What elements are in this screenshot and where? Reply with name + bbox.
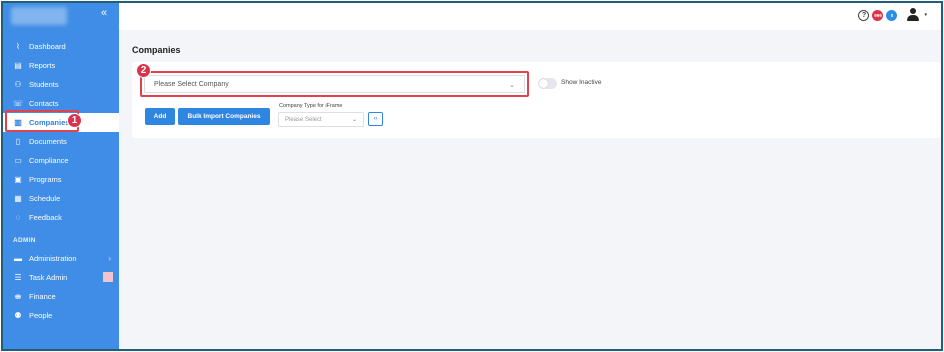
- sidebar-item-label: Compliance: [29, 156, 69, 165]
- bulk-import-button[interactable]: Bulk Import Companies: [178, 108, 270, 125]
- sidebar-item-dashboard[interactable]: ⌇ Dashboard: [3, 37, 119, 56]
- sidebar-item-people[interactable]: ⚉ People: [3, 306, 119, 325]
- sidebar-item-label: Students: [29, 80, 59, 89]
- annotation-box-company-select: Please Select Company ⌄: [140, 71, 529, 97]
- sidebar-item-label: Dashboard: [29, 42, 66, 51]
- show-inactive-label: Show Inactive: [561, 79, 602, 86]
- sidebar-item-label: Reports: [29, 61, 56, 70]
- company-type-select-value: Please Select: [285, 116, 322, 123]
- compliance-icon: ▭: [14, 156, 22, 165]
- main-content: Companies Please Select Company ⌄ Show I…: [119, 30, 941, 349]
- sidebar-item-programs[interactable]: ▣ Programs: [3, 170, 119, 189]
- students-icon: ⚇: [14, 80, 22, 89]
- code-icon[interactable]: ‹›: [368, 112, 383, 126]
- sidebar-item-students[interactable]: ⚇ Students: [3, 75, 119, 94]
- company-select[interactable]: Please Select Company ⌄: [144, 75, 525, 93]
- sidebar-item-documents[interactable]: ▯ Documents: [3, 132, 119, 151]
- sidebar-item-label: People: [29, 311, 53, 320]
- sidebar-item-label: Finance: [29, 292, 56, 301]
- help-icon[interactable]: ?: [858, 9, 870, 21]
- schedule-icon: ▦: [14, 194, 22, 203]
- sidebar-item-label: Feedback: [29, 213, 62, 222]
- chevron-down-icon: ⌄: [509, 82, 515, 89]
- finance-icon: ⛂: [14, 292, 22, 301]
- chevron-down-icon: ⌄: [351, 117, 357, 123]
- top-icons: ? 999 0 ▾: [858, 8, 927, 22]
- notification-badge-red[interactable]: 999: [872, 9, 884, 21]
- sidebar-item-schedule[interactable]: ▦ Schedule: [3, 189, 119, 208]
- sidebar-item-feedback[interactable]: ◌ Feedback: [3, 208, 119, 227]
- sidebar-item-administration[interactable]: ▬ Administration ›: [3, 249, 119, 268]
- sidebar-item-finance[interactable]: ⛂ Finance: [3, 287, 119, 306]
- company-select-value: Please Select Company: [154, 80, 229, 88]
- programs-icon: ▣: [14, 175, 22, 184]
- brand-logo: [11, 7, 67, 25]
- show-inactive-toggle[interactable]: [538, 78, 557, 89]
- add-button[interactable]: Add: [145, 108, 175, 125]
- user-menu-caret-icon[interactable]: ▾: [924, 12, 927, 18]
- company-type-label: Company Type for iFrame: [279, 103, 343, 109]
- page-title: Companies: [132, 45, 181, 55]
- sidebar-item-task-admin[interactable]: ☰ Task Admin: [3, 268, 119, 287]
- task-admin-icon: ☰: [14, 273, 22, 282]
- notification-badge-blue[interactable]: 0: [886, 9, 898, 21]
- task-indicator: [103, 272, 113, 282]
- annotation-marker-1: 1: [67, 113, 82, 128]
- companies-card: Please Select Company ⌄ Show Inactive Ad…: [132, 62, 941, 138]
- sidebar-item-label: Contacts: [29, 99, 59, 108]
- people-icon: ⚉: [14, 311, 22, 320]
- collapse-sidebar-icon[interactable]: «: [101, 7, 107, 19]
- sidebar: « ⌇ Dashboard ▤ Reports ⚇ Students ☏ Con…: [3, 3, 119, 349]
- feedback-icon: ◌: [15, 213, 21, 222]
- contacts-icon: ☏: [13, 99, 24, 108]
- chevron-right-icon: ›: [108, 254, 111, 263]
- sidebar-item-label: Documents: [29, 137, 67, 146]
- sidebar-item-label: Task Admin: [29, 273, 68, 282]
- sidebar-item-reports[interactable]: ▤ Reports: [3, 56, 119, 75]
- annotation-marker-2: 2: [136, 63, 151, 78]
- user-avatar-icon[interactable]: [906, 8, 920, 22]
- sidebar-item-label: Administration: [29, 254, 77, 263]
- sidebar-item-label: Schedule: [29, 194, 61, 203]
- reports-icon: ▤: [14, 61, 22, 70]
- top-bar: ? 999 0 ▾: [119, 3, 941, 30]
- sidebar-item-label: Programs: [29, 175, 62, 184]
- documents-icon: ▯: [15, 137, 21, 146]
- sidebar-nav: ⌇ Dashboard ▤ Reports ⚇ Students ☏ Conta…: [3, 37, 119, 325]
- dashboard-icon: ⌇: [16, 42, 20, 51]
- sidebar-item-compliance[interactable]: ▭ Compliance: [3, 151, 119, 170]
- admin-section-title: ADMIN: [13, 237, 36, 244]
- app-window: « ⌇ Dashboard ▤ Reports ⚇ Students ☏ Con…: [1, 1, 943, 351]
- company-type-select[interactable]: Please Select ⌄: [278, 112, 364, 127]
- administration-icon: ▬: [14, 254, 22, 263]
